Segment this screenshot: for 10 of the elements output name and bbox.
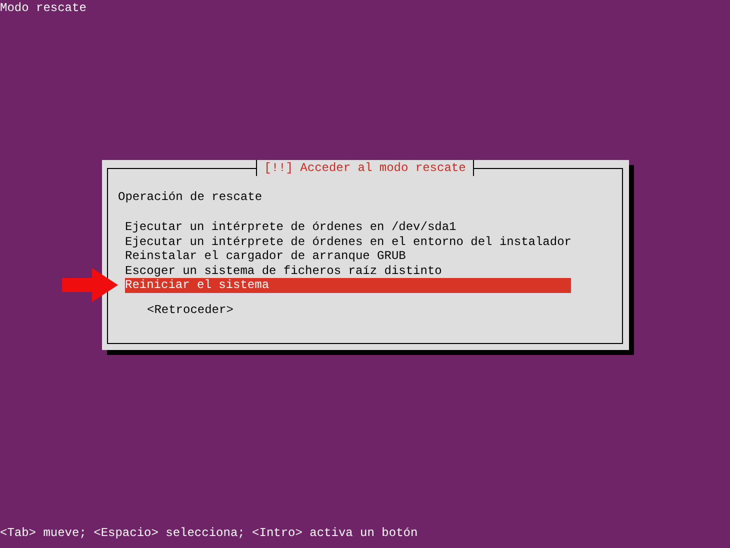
menu-item[interactable]: Reinstalar el cargador de arranque GRUB	[125, 249, 572, 264]
dialog-title: [!!] Acceder al modo rescate	[256, 160, 474, 176]
screen-title: Modo rescate	[0, 0, 88, 16]
menu-item[interactable]: Escoger un sistema de ficheros raíz distinto	[125, 264, 572, 278]
menu-item[interactable]: Reiniciar el sistema	[125, 278, 572, 292]
back-button[interactable]: <Retroceder>	[147, 302, 234, 316]
menu-item[interactable]: Ejecutar un intérprete de órdenes en el entorno del instalador	[125, 234, 572, 249]
arrow-icon	[62, 268, 118, 302]
prompt-label: Operación de rescate	[118, 190, 264, 205]
menu-item[interactable]: Ejecutar un intérprete de órdenes en /dev/sda1	[125, 220, 572, 234]
